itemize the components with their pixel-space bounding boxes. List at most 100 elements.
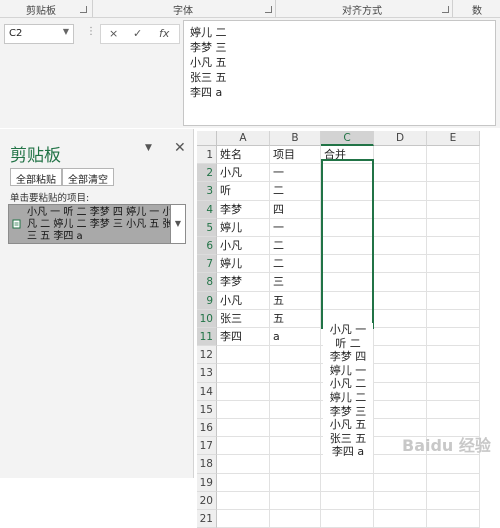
cell-a18[interactable] xyxy=(217,455,270,474)
cell-d21[interactable] xyxy=(374,510,427,528)
row-header[interactable]: 18 xyxy=(197,455,217,474)
cell-b9[interactable]: 五 xyxy=(270,291,321,310)
column-header-d[interactable]: D xyxy=(374,131,427,146)
cell-d10[interactable] xyxy=(374,309,427,328)
cell-e3[interactable] xyxy=(427,182,480,201)
row-header[interactable]: 3 xyxy=(197,182,217,201)
cell-d9[interactable] xyxy=(374,291,427,310)
clear-all-button[interactable]: 全部清空 xyxy=(62,168,114,186)
cell-b3[interactable]: 二 xyxy=(270,182,321,201)
row-header[interactable]: 5 xyxy=(197,218,217,237)
cell-c3[interactable] xyxy=(321,182,374,201)
cell-c9[interactable] xyxy=(321,291,374,310)
cell-a3[interactable]: 听 xyxy=(217,182,270,201)
cell-e8[interactable] xyxy=(427,273,480,292)
cell-b18[interactable] xyxy=(270,455,321,474)
name-box-dropdown-icon[interactable]: ▼ xyxy=(63,27,69,36)
cell-a12[interactable] xyxy=(217,346,270,365)
cell-d14[interactable] xyxy=(374,382,427,401)
cell-b16[interactable] xyxy=(270,419,321,438)
cell-a16[interactable] xyxy=(217,419,270,438)
cell-a7[interactable]: 婷儿 xyxy=(217,255,270,274)
cell-d3[interactable] xyxy=(374,182,427,201)
cell-e15[interactable] xyxy=(427,400,480,419)
cell-d2[interactable] xyxy=(374,164,427,183)
cell-b6[interactable]: 二 xyxy=(270,237,321,256)
cancel-icon[interactable]: × xyxy=(109,27,118,40)
cell-a5[interactable]: 婷儿 xyxy=(217,218,270,237)
row-header[interactable]: 16 xyxy=(197,419,217,438)
cell-e5[interactable] xyxy=(427,218,480,237)
cell-a4[interactable]: 李梦 xyxy=(217,200,270,219)
cell-b20[interactable] xyxy=(270,491,321,510)
paste-all-button[interactable]: 全部粘贴 xyxy=(10,168,62,186)
column-header-c[interactable]: C xyxy=(321,131,374,146)
cell-c20[interactable] xyxy=(321,491,374,510)
cell-d12[interactable] xyxy=(374,346,427,365)
cell-d11[interactable] xyxy=(374,328,427,347)
cell-e13[interactable] xyxy=(427,364,480,383)
cell-c6[interactable] xyxy=(321,237,374,256)
select-all-corner[interactable] xyxy=(197,131,217,146)
row-header[interactable]: 17 xyxy=(197,437,217,456)
formula-bar-grip-icon[interactable]: ⋮ xyxy=(86,26,96,37)
cell-e2[interactable] xyxy=(427,164,480,183)
cell-c5[interactable] xyxy=(321,218,374,237)
cell-a1[interactable]: 姓名 xyxy=(217,146,270,165)
cell-e12[interactable] xyxy=(427,346,480,365)
enter-icon[interactable]: ✓ xyxy=(133,27,142,40)
cell-c7[interactable] xyxy=(321,255,374,274)
cell-e19[interactable] xyxy=(427,473,480,492)
cell-e18[interactable] xyxy=(427,455,480,474)
column-header-a[interactable]: A xyxy=(217,131,270,146)
cell-b13[interactable] xyxy=(270,364,321,383)
close-icon[interactable]: ✕ xyxy=(174,140,186,156)
cell-b15[interactable] xyxy=(270,400,321,419)
cell-c21[interactable] xyxy=(321,510,374,528)
cell-b5[interactable]: 一 xyxy=(270,218,321,237)
cell-e6[interactable] xyxy=(427,237,480,256)
cell-a10[interactable]: 张三 xyxy=(217,309,270,328)
row-header[interactable]: 1 xyxy=(197,146,217,165)
cell-d13[interactable] xyxy=(374,364,427,383)
cell-b11[interactable]: a xyxy=(270,328,321,347)
cell-c19[interactable] xyxy=(321,473,374,492)
row-header[interactable]: 2 xyxy=(197,164,217,183)
cell-b7[interactable]: 二 xyxy=(270,255,321,274)
cell-a8[interactable]: 李梦 xyxy=(217,273,270,292)
cell-d20[interactable] xyxy=(374,491,427,510)
cell-a2[interactable]: 小凡 xyxy=(217,164,270,183)
cell-d6[interactable] xyxy=(374,237,427,256)
column-header-b[interactable]: B xyxy=(270,131,321,146)
cell-a11[interactable]: 李四 xyxy=(217,328,270,347)
cell-a15[interactable] xyxy=(217,400,270,419)
alignment-launcher-icon[interactable] xyxy=(442,6,449,13)
cell-b8[interactable]: 三 xyxy=(270,273,321,292)
cell-e4[interactable] xyxy=(427,200,480,219)
cell-b14[interactable] xyxy=(270,382,321,401)
cell-b21[interactable] xyxy=(270,510,321,528)
row-header[interactable]: 10 xyxy=(197,309,217,328)
cell-b1[interactable]: 项目 xyxy=(270,146,321,165)
cell-d7[interactable] xyxy=(374,255,427,274)
cell-c1[interactable]: 合并 xyxy=(321,146,374,165)
cell-e7[interactable] xyxy=(427,255,480,274)
cell-c8[interactable] xyxy=(321,273,374,292)
row-header[interactable]: 6 xyxy=(197,237,217,256)
name-box[interactable]: C2 ▼ xyxy=(4,24,74,44)
cell-a21[interactable] xyxy=(217,510,270,528)
column-header-e[interactable]: E xyxy=(427,131,480,146)
row-header[interactable]: 21 xyxy=(197,510,217,528)
cell-d15[interactable] xyxy=(374,400,427,419)
cell-b4[interactable]: 四 xyxy=(270,200,321,219)
cell-e9[interactable] xyxy=(427,291,480,310)
cell-e14[interactable] xyxy=(427,382,480,401)
insert-function-icon[interactable]: fx xyxy=(159,27,169,40)
cell-a20[interactable] xyxy=(217,491,270,510)
cell-d8[interactable] xyxy=(374,273,427,292)
row-header[interactable]: 14 xyxy=(197,382,217,401)
row-header[interactable]: 15 xyxy=(197,400,217,419)
cell-b10[interactable]: 五 xyxy=(270,309,321,328)
cell-e10[interactable] xyxy=(427,309,480,328)
pane-options-icon[interactable]: ▼ xyxy=(145,143,152,153)
